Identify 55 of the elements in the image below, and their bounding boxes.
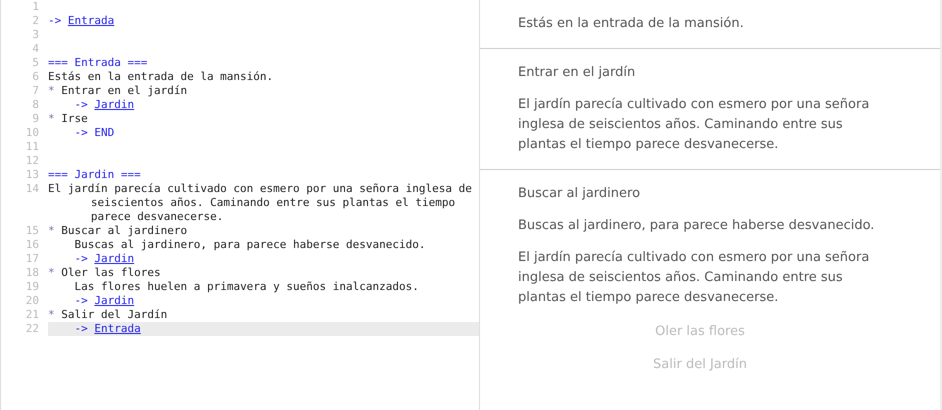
- code-text: Salir del Jardín: [61, 308, 168, 321]
- line-number: 11: [24, 140, 40, 154]
- code-text: Buscas al jardinero, para parece haberse desvanecido.: [74, 238, 426, 251]
- line-number: 13: [24, 168, 40, 182]
- line-number: 18: [24, 266, 40, 280]
- ink-syntax: === Jardin ===: [48, 168, 141, 181]
- line-number: 3: [31, 28, 40, 42]
- line-number: 10: [24, 126, 40, 140]
- story-paragraph: Estás en la entrada de la mansión.: [518, 15, 745, 33]
- ink-syntax: ->: [74, 98, 89, 111]
- ink-syntax: ->: [74, 322, 89, 335]
- line-number: 6: [31, 70, 40, 84]
- line-number: 21: [24, 308, 40, 322]
- line-number: 19: [24, 280, 40, 294]
- chosen-option-text: Entrar en el jardín: [518, 64, 636, 82]
- story-paragraph: El jardín parecía cultivado con esmero por una señora inglesa de seiscientos años. Caminando entre sus plantas el tiempo parece desvanecerse.: [518, 249, 870, 307]
- divert-link[interactable]: Jardin: [94, 98, 134, 111]
- story-paragraph: Buscas al jardinero, para parece haberse desvanecido.: [518, 217, 876, 235]
- chosen-option-text: Buscar al jardinero: [518, 185, 642, 203]
- code-text: Entrar en el jardín: [61, 84, 188, 97]
- line-number: 15: [24, 224, 40, 238]
- line-number: 5: [31, 56, 40, 70]
- divert-link[interactable]: Jardin: [94, 294, 134, 307]
- divert-link[interactable]: Jardin: [94, 252, 134, 265]
- code-text: El jardín parecía cultivado con esmero por una señora inglesa de seiscientos años. Caminando entre sus plantas el tiempo parece desvanecerse.: [48, 182, 473, 223]
- code-text: Oler las flores: [61, 266, 161, 279]
- line-number: 22: [24, 322, 40, 336]
- divert-link[interactable]: Entrada: [68, 14, 114, 27]
- line-number: 12: [24, 154, 40, 168]
- line-number: 7: [31, 84, 40, 98]
- choice-bullet: *: [48, 112, 56, 125]
- ink-syntax: === Entrada ===: [48, 56, 148, 69]
- line-number: 9: [31, 112, 40, 126]
- code-text: Estás en la entrada de la mansión.: [48, 70, 274, 83]
- choice-bullet: *: [48, 224, 56, 237]
- line-number: 8: [31, 98, 40, 112]
- line-number: 4: [31, 42, 40, 56]
- divert-link[interactable]: Entrada: [94, 322, 141, 335]
- line-number: 14: [24, 182, 40, 197]
- choice-bullet: *: [48, 308, 56, 321]
- ink-syntax: ->: [74, 252, 89, 265]
- code-text: Irse: [61, 112, 88, 125]
- choice-bullet: *: [48, 84, 56, 97]
- story-paragraph: El jardín parecía cultivado con esmero por una señora inglesa de seiscientos años. Caminando entre sus plantas el tiempo parece desvanecerse.: [518, 96, 870, 154]
- line-number: 2: [31, 14, 40, 28]
- ink-syntax: ->: [74, 294, 89, 307]
- line-number: 20: [24, 294, 40, 308]
- code-text: Buscar al jardinero: [61, 224, 188, 237]
- ink-syntax: ->: [48, 14, 62, 27]
- line-number: 17: [24, 252, 40, 266]
- ink-syntax: -> END: [74, 126, 114, 139]
- code-text: Las flores huelen a primavera y sueños inalcanzados.: [74, 280, 419, 293]
- line-number: 16: [24, 238, 40, 252]
- line-number: 1: [31, 0, 40, 14]
- choice-bullet: *: [48, 266, 56, 279]
